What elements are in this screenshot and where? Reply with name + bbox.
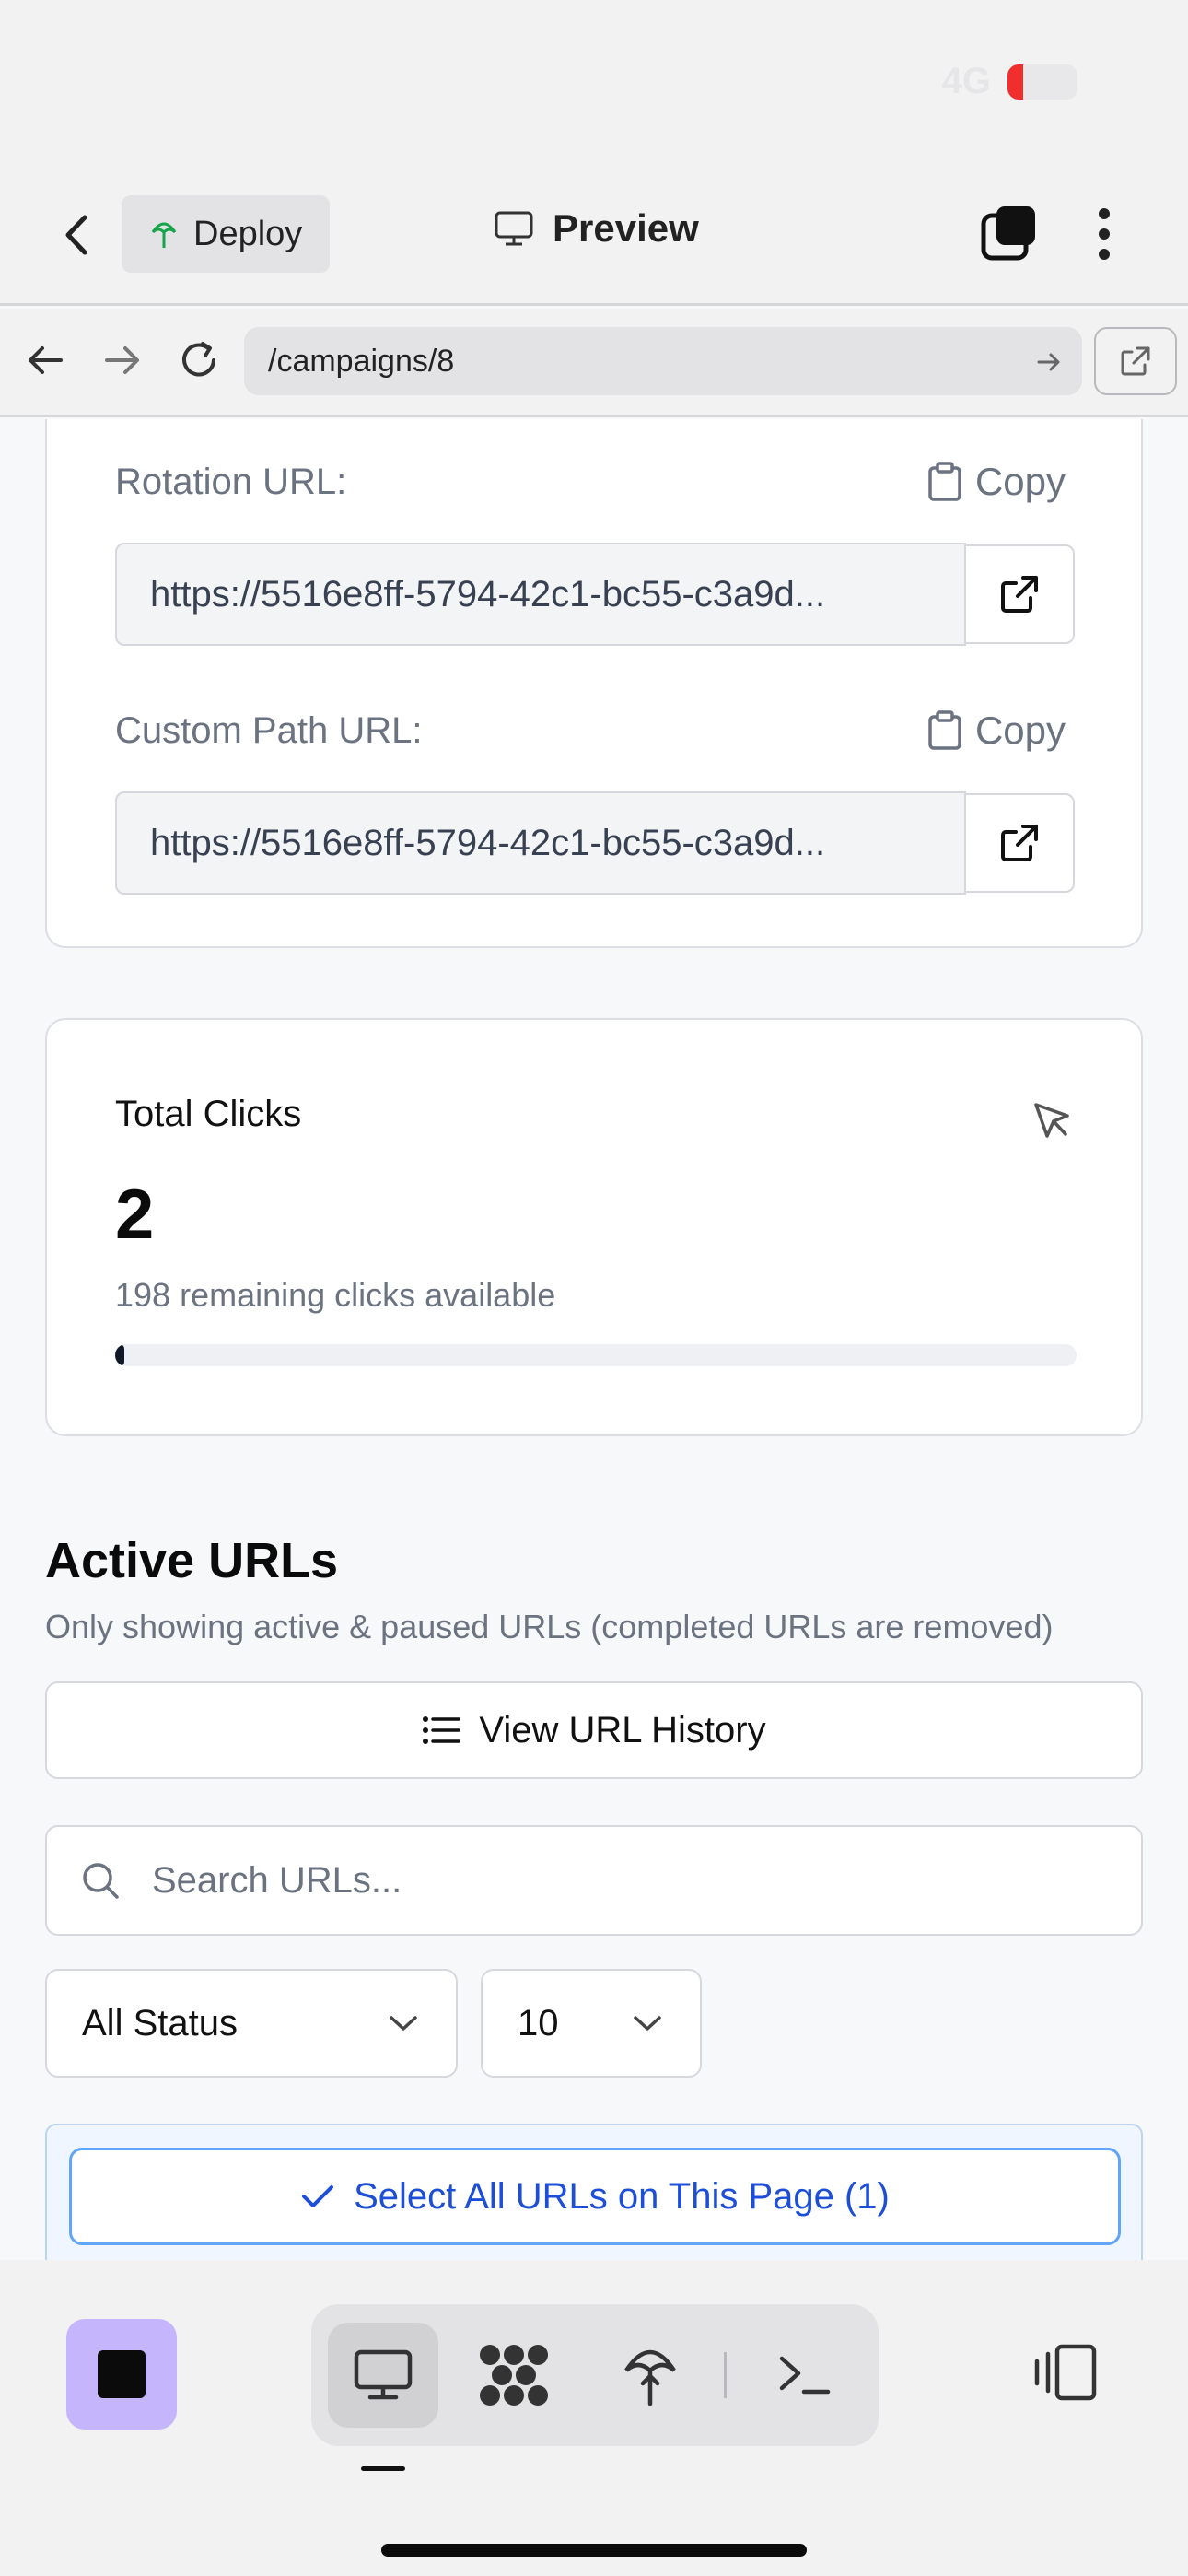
view-url-history-label: View URL History bbox=[479, 1709, 766, 1751]
status-filter-value: All Status bbox=[82, 2002, 238, 2043]
status-filter-select[interactable]: All Status bbox=[45, 1969, 458, 2078]
clicks-progress-bar bbox=[115, 1344, 1077, 1366]
status-icons: 4G bbox=[942, 61, 1077, 102]
clicks-progress-fill bbox=[115, 1344, 125, 1366]
external-link-icon bbox=[1001, 576, 1038, 613]
preview-label: Preview bbox=[553, 206, 699, 250]
page-size-select[interactable]: 10 bbox=[481, 1969, 702, 2078]
nav-forward-icon[interactable] bbox=[98, 336, 146, 384]
workflows-tool-button[interactable] bbox=[459, 2323, 569, 2428]
deploy-label: Deploy bbox=[193, 214, 303, 253]
check-icon bbox=[302, 2185, 334, 2207]
network-label: 4G bbox=[941, 61, 991, 101]
rotation-url-label: Rotation URL: bbox=[115, 462, 347, 502]
nav-back-icon[interactable] bbox=[22, 336, 70, 384]
search-icon bbox=[83, 1863, 119, 1899]
back-icon[interactable] bbox=[53, 206, 101, 263]
cursor-icon bbox=[1034, 1103, 1069, 1138]
reload-icon[interactable] bbox=[175, 336, 223, 384]
deploy-button[interactable]: Deploy bbox=[122, 195, 331, 273]
tabs-icon[interactable] bbox=[978, 205, 1037, 263]
preview-title[interactable]: Preview bbox=[494, 206, 699, 251]
total-clicks-title: Total Clicks bbox=[115, 1094, 302, 1134]
go-arrow-icon[interactable] bbox=[1036, 349, 1062, 375]
chevron-down-icon bbox=[634, 2016, 661, 2031]
custom-path-url-label: Custom Path URL: bbox=[115, 710, 423, 751]
page-size-value: 10 bbox=[518, 2002, 559, 2043]
clipboard-icon bbox=[928, 710, 961, 750]
app-bar: Deploy Preview bbox=[0, 166, 1188, 306]
open-rotation-url-button[interactable] bbox=[964, 544, 1075, 644]
stop-icon bbox=[98, 2350, 146, 2398]
select-all-urls-label: Select All URLs on This Page (1) bbox=[354, 2175, 890, 2217]
custom-path-url-field[interactable]: https://5516e8ff-5794-42c1-bc55-c3a9d... bbox=[115, 791, 966, 895]
open-external-button[interactable] bbox=[1094, 327, 1177, 395]
status-time: 10:42 bbox=[158, 54, 276, 106]
deploy-tool-button[interactable] bbox=[595, 2323, 705, 2428]
campaign-urls-card: Rotation URL: Copy https://5516e8ff-5794… bbox=[45, 419, 1143, 948]
external-link-icon bbox=[1121, 346, 1150, 376]
battery-icon bbox=[1007, 64, 1077, 100]
address-text: /campaigns/8 bbox=[268, 343, 455, 379]
bottom-toolbar bbox=[0, 2260, 1188, 2576]
open-custom-url-button[interactable] bbox=[964, 793, 1075, 893]
total-clicks-card: Total Clicks 2 198 remaining clicks avai… bbox=[45, 1018, 1143, 1436]
preview-tool-button[interactable] bbox=[328, 2323, 438, 2428]
copy-custom-url-button[interactable]: Copy bbox=[927, 708, 1066, 753]
home-indicator bbox=[381, 2544, 807, 2557]
external-link-icon bbox=[1001, 825, 1038, 861]
tool-switcher bbox=[311, 2304, 879, 2446]
bulk-select-panel: Select All URLs on This Page (1) bbox=[45, 2124, 1143, 2260]
tool-divider bbox=[724, 2352, 727, 2398]
address-field[interactable]: /campaigns/8 bbox=[244, 327, 1082, 395]
deploy-icon bbox=[624, 2349, 676, 2406]
more-options-icon[interactable] bbox=[1090, 205, 1118, 263]
chevron-down-icon bbox=[390, 2016, 417, 2031]
terminal-icon bbox=[779, 2356, 831, 2395]
active-urls-title: Active URLs bbox=[45, 1533, 339, 1588]
copy-rotation-url-button[interactable]: Copy bbox=[927, 460, 1066, 504]
battery-level bbox=[1007, 64, 1023, 100]
stop-button[interactable] bbox=[66, 2319, 177, 2430]
select-all-urls-button[interactable]: Select All URLs on This Page (1) bbox=[69, 2148, 1121, 2245]
view-url-history-button[interactable]: View URL History bbox=[45, 1681, 1143, 1779]
deploy-icon bbox=[151, 222, 177, 248]
copy-label: Copy bbox=[974, 460, 1066, 503]
monitor-icon bbox=[495, 211, 533, 246]
active-urls-subtitle: Only showing active & paused URLs (compl… bbox=[45, 1608, 1054, 1645]
workflow-icon bbox=[480, 2345, 548, 2406]
clipboard-icon bbox=[928, 462, 961, 501]
list-icon bbox=[423, 1716, 461, 1744]
page-content: Rotation URL: Copy https://5516e8ff-5794… bbox=[0, 419, 1188, 2260]
search-input[interactable] bbox=[152, 1859, 1073, 1902]
rotation-url-field[interactable]: https://5516e8ff-5794-42c1-bc55-c3a9d... bbox=[115, 543, 966, 646]
copy-label: Copy bbox=[974, 708, 1066, 752]
console-tool-button[interactable] bbox=[750, 2323, 860, 2428]
browser-bar: /campaigns/8 bbox=[0, 309, 1188, 417]
active-tool-indicator bbox=[361, 2466, 405, 2471]
status-bar: 10:42 4G bbox=[0, 0, 1188, 166]
search-box[interactable] bbox=[45, 1825, 1143, 1936]
monitor-icon bbox=[354, 2349, 413, 2400]
total-clicks-value: 2 bbox=[115, 1176, 155, 1254]
panel-toggle-icon[interactable] bbox=[1031, 2343, 1100, 2402]
remaining-clicks-text: 198 remaining clicks available bbox=[115, 1276, 556, 1314]
